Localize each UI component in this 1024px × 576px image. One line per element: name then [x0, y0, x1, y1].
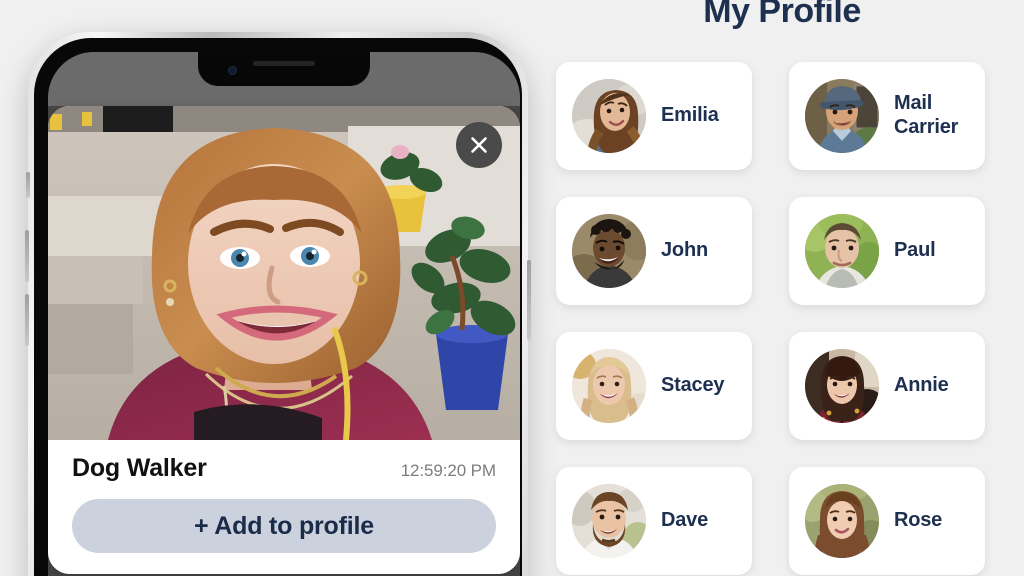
detected-person-header: Dog Walker 12:59:20 PM: [72, 454, 496, 483]
close-icon: [471, 137, 487, 153]
profile-name: Mail Carrier: [894, 92, 959, 138]
phone-screen: Dog Walker 12:59:20 PM + Add to profile: [48, 52, 520, 576]
phone-frame: Dog Walker 12:59:20 PM + Add to profile: [25, 32, 531, 576]
avatar-rose: [805, 484, 879, 558]
phone-mockup: Dog Walker 12:59:20 PM + Add to profile: [25, 32, 531, 576]
profile-card-annie[interactable]: Annie: [789, 332, 985, 440]
profile-name: Stacey: [661, 374, 725, 397]
profile-card-stacey[interactable]: Stacey: [556, 332, 752, 440]
profile-card-rose[interactable]: Rose: [789, 467, 985, 575]
profile-card-grid: Emilia Mail Carrier John Paul Stacey Ann…: [556, 62, 1008, 575]
phone-volume-down-button[interactable]: [25, 294, 29, 346]
avatar-mail-carrier: [805, 79, 879, 153]
profile-card-paul[interactable]: Paul: [789, 197, 985, 305]
avatar-emilia: [572, 79, 646, 153]
detected-person-title: Dog Walker: [72, 454, 207, 482]
profile-name: Paul: [894, 239, 936, 262]
profile-card-emilia[interactable]: Emilia: [556, 62, 752, 170]
phone-volume-up-button[interactable]: [25, 230, 29, 282]
profile-card-mail-carrier[interactable]: Mail Carrier: [789, 62, 985, 170]
avatar-john: [572, 214, 646, 288]
profile-name: Annie: [894, 374, 949, 397]
add-to-profile-button[interactable]: + Add to profile: [72, 499, 496, 553]
profile-card-john[interactable]: John: [556, 197, 752, 305]
profile-name: John: [661, 239, 708, 262]
close-button[interactable]: [456, 122, 502, 168]
phone-power-button[interactable]: [527, 260, 531, 340]
profile-panel: My Profile Emilia Mail Carrier John Paul…: [540, 0, 1024, 576]
profile-name: Dave: [661, 509, 709, 532]
detected-person-photo: [48, 106, 520, 440]
avatar-annie: [805, 349, 879, 423]
detection-timestamp: 12:59:20 PM: [400, 461, 496, 480]
earpiece-speaker-icon: [253, 61, 315, 66]
detected-person-card: Dog Walker 12:59:20 PM + Add to profile: [48, 106, 520, 574]
phone-notch: [198, 52, 370, 86]
avatar-dave: [572, 484, 646, 558]
front-camera-icon: [228, 66, 237, 75]
profile-name: Emilia: [661, 104, 719, 127]
detected-person-info: Dog Walker 12:59:20 PM + Add to profile: [48, 440, 520, 574]
profile-card-dave[interactable]: Dave: [556, 467, 752, 575]
avatar-paul: [805, 214, 879, 288]
page-title: My Profile: [703, 0, 861, 30]
app-root: Dog Walker 12:59:20 PM + Add to profile …: [0, 0, 1024, 576]
phone-bezel: Dog Walker 12:59:20 PM + Add to profile: [34, 38, 522, 576]
phone-silent-switch[interactable]: [26, 172, 30, 198]
profile-name: Rose: [894, 509, 943, 532]
avatar-stacey: [572, 349, 646, 423]
